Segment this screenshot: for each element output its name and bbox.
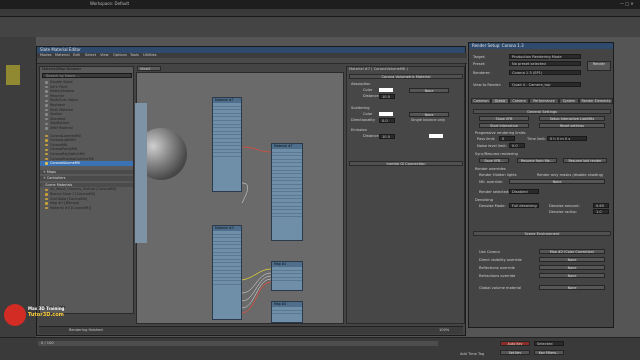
material-list: Double Sided Ink'n Paint Matte/Shadow Mo… xyxy=(40,80,133,210)
progressive-limits-label: Progressive rendering limits: xyxy=(475,131,527,135)
params-footer-rollout[interactable]: Inertial Gi Connection xyxy=(349,161,463,166)
mtl-override-button[interactable]: None xyxy=(509,179,605,184)
start-interactive-button[interactable]: Start Interactive xyxy=(479,123,529,128)
tab-view1[interactable]: View1 xyxy=(137,66,161,71)
preset-select[interactable]: No preset selected xyxy=(509,61,581,66)
noise-limit-field[interactable]: 0.0 xyxy=(509,143,525,148)
directionality-field[interactable]: 0.0 xyxy=(379,118,395,123)
tab-common[interactable]: Common xyxy=(471,98,491,104)
params-section-header[interactable]: Corona Volumetric Material xyxy=(349,74,463,79)
app-menubar xyxy=(0,9,640,17)
map-slot-button[interactable]: None xyxy=(409,112,449,117)
rendering-status: Rendering finished xyxy=(69,328,103,332)
scene-object-icon xyxy=(6,65,20,85)
tab-performance[interactable]: Performance xyxy=(529,98,559,104)
general-settings-rollout[interactable]: General Settings xyxy=(473,109,611,114)
slate-material-editor: Slate Material Editor Modes Material Edi… xyxy=(36,46,467,336)
denoising-label: Denoising xyxy=(475,198,493,202)
map-slot-button[interactable]: None xyxy=(409,88,449,93)
global-volume-button[interactable]: None xyxy=(539,285,605,290)
renderer-select[interactable]: Corona 1.3 (SP1) xyxy=(509,70,581,75)
render-setup-window: Render Setup: Corona 1.3 Target: Product… xyxy=(468,42,614,328)
target-select[interactable]: Production Rendering Mode xyxy=(509,54,581,59)
save-vfb-button[interactable]: Save VFB... xyxy=(479,158,509,163)
key-filters-button[interactable]: Key Filters... xyxy=(534,350,564,355)
parameter-editor: Material #7 ( CoronaVolumeMtl ) Corona V… xyxy=(346,66,465,324)
material-map-browser: Material/Map Browser Search by Name ... … xyxy=(39,66,134,314)
command-panel-left xyxy=(0,37,36,337)
render-setup-title[interactable]: Render Setup: Corona 1.3 xyxy=(469,43,613,49)
tab-scene[interactable]: Scene xyxy=(491,98,509,104)
color-swatch[interactable] xyxy=(429,134,443,138)
timeline-slider[interactable]: 0 / 100 xyxy=(38,341,438,346)
render-button[interactable]: Render xyxy=(587,61,611,71)
single-bounce-checkbox[interactable]: Single bounce only xyxy=(411,118,445,122)
distance-field[interactable]: 10.0 xyxy=(379,94,395,99)
override-hidden-lights[interactable]: Render Hidden lights xyxy=(479,173,517,177)
render-selected-select[interactable]: Disabled xyxy=(509,189,539,194)
map-node[interactable]: Material #7 xyxy=(271,143,303,241)
set-key-button[interactable]: Set Key xyxy=(500,350,530,355)
section-controllers[interactable]: + Controllers xyxy=(40,176,133,181)
view-select[interactable]: Quad 4 - Camera_top xyxy=(509,82,581,87)
map-node[interactable]: Map #1 xyxy=(271,261,303,291)
tab-camera[interactable]: Camera xyxy=(509,98,529,104)
window-controls[interactable]: — □ ✕ xyxy=(620,1,636,7)
reflections-override-button[interactable]: None xyxy=(539,265,605,270)
selected-select[interactable]: Selected xyxy=(534,341,564,346)
slate-statusbar: Rendering finished 100% xyxy=(39,326,463,334)
tab-render-elements[interactable]: Render Elements xyxy=(579,98,613,104)
override-only-masks[interactable]: Render only masks (disable shading) xyxy=(537,173,603,177)
params-rows: Absorption Color None Distance 10.0 Scat… xyxy=(349,82,463,162)
browser-search-input[interactable]: Search by Name ... xyxy=(42,73,132,78)
section-maps[interactable]: + Maps xyxy=(40,169,133,175)
scene-environment-rollout[interactable]: Scene Environment xyxy=(473,231,611,236)
list-item-selected[interactable]: CoronaVolumeMtl xyxy=(40,161,133,166)
scene-material-item[interactable]: Material #3 [CoronaMtl] xyxy=(40,206,133,211)
app-ribbon xyxy=(0,17,640,37)
denoise-amount-field[interactable]: 0.65 xyxy=(593,203,609,208)
reset-settings-button[interactable]: Reset settings xyxy=(539,123,605,128)
app-titlebar: Workspace: Default — □ ✕ xyxy=(0,0,640,9)
params-title: Material #7 ( CoronaVolumeMtl ) xyxy=(349,67,408,71)
auto-key-button[interactable]: Auto Key xyxy=(500,341,530,346)
color-swatch[interactable] xyxy=(379,112,393,116)
browser-title: Material/Map Browser xyxy=(42,67,82,71)
emission-distance-field[interactable]: 10.0 xyxy=(379,134,395,139)
denoise-radius-field[interactable]: 1.0 xyxy=(593,209,609,214)
color-swatch[interactable] xyxy=(379,88,393,92)
render-overrides-label: Render overrides xyxy=(475,167,506,171)
material-node[interactable]: Material #3 xyxy=(212,225,242,320)
interactive-lightmix-button[interactable]: Setup Interactive LightMix xyxy=(539,116,605,121)
env-map-button[interactable]: Map #2 (Color Correction) xyxy=(539,249,605,254)
sync-label: Sync/Resume rendering xyxy=(475,152,518,156)
tutor3d-logo: Max 3D Training Tutor3D.com xyxy=(4,300,74,332)
zoom-level: 100% xyxy=(439,328,450,332)
slate-toolbar xyxy=(37,58,467,64)
map-node[interactable]: Map #2 xyxy=(271,301,303,323)
show-vfb-button[interactable]: Show VFB xyxy=(479,116,529,121)
add-time-tag[interactable]: Add Time Tag xyxy=(460,352,484,357)
refractions-override-button[interactable]: None xyxy=(539,273,605,278)
direct-visibility-button[interactable]: None xyxy=(539,257,605,262)
denoise-mode-select[interactable]: Full denoising xyxy=(509,203,539,208)
resume-file-button[interactable]: Resume from file... xyxy=(517,158,557,163)
logo-mark-icon xyxy=(4,304,26,326)
time-limit-field[interactable]: 0 h 0 m 0 s xyxy=(547,136,587,141)
render-tabs: Common Scene Camera Performance System R… xyxy=(471,98,613,105)
resume-last-button[interactable]: Resume last render xyxy=(563,158,607,163)
pass-limit-field[interactable]: 0 xyxy=(499,136,515,141)
material-node[interactable]: Material #7 xyxy=(212,97,242,192)
node-view-canvas[interactable]: Material #7 Material #7 Material #3 Map … xyxy=(135,72,344,324)
timeline-statusbar: 0 / 100 Add Time Tag Auto Key Selected S… xyxy=(0,337,640,360)
tab-system[interactable]: System xyxy=(559,98,579,104)
app-title: Workspace: Default xyxy=(90,1,130,6)
